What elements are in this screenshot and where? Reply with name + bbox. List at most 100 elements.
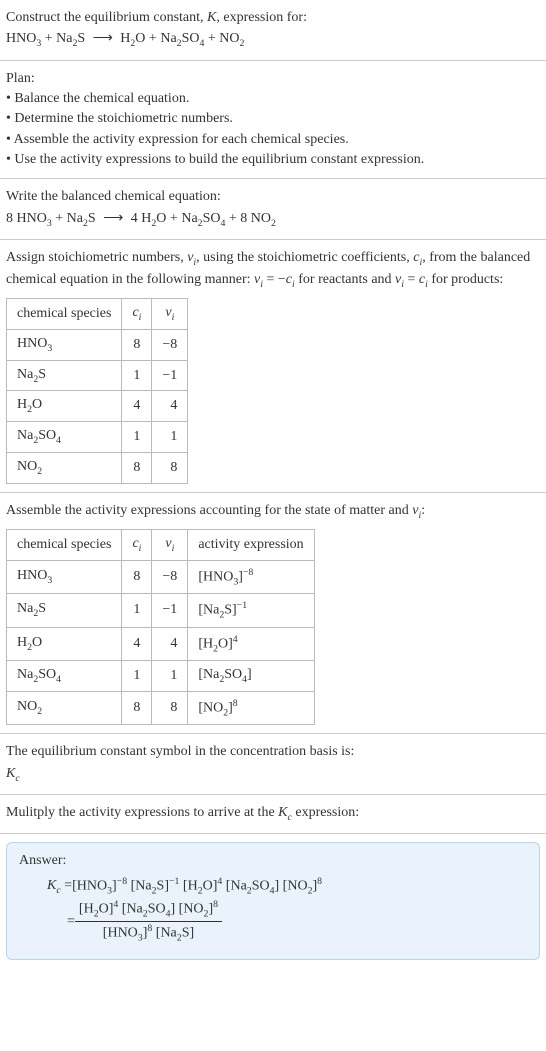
cell-c: 8 [122, 329, 152, 360]
cell-c: 1 [122, 660, 152, 691]
plan-bullet: • Determine the stoichiometric numbers. [6, 109, 540, 129]
cell-c: 1 [122, 422, 152, 453]
table-row: Na2S 1 −1 [7, 360, 188, 391]
col-vi: νi [152, 529, 188, 560]
cell-v: −1 [152, 360, 188, 391]
cell-species: Na2S [7, 594, 122, 627]
stoichiometry-table: chemical species ci νi HNO3 8 −8 Na2S 1 … [6, 298, 188, 484]
fraction-denominator: [HNO3]8 [Na2S] [75, 922, 222, 945]
plus: + [208, 31, 219, 46]
plus: + [149, 31, 160, 46]
species-no2: NO2 [219, 31, 244, 46]
reaction-arrow-icon: ⟶ [99, 211, 127, 226]
reaction-arrow-icon: ⟶ [89, 31, 117, 46]
cell-v: 1 [152, 660, 188, 691]
species-hno3: HNO3 [6, 31, 41, 46]
cell-species: Na2S [7, 360, 122, 391]
cell-c: 1 [122, 360, 152, 391]
cell-c: 4 [122, 627, 152, 660]
species-na2so4: Na2SO4 [160, 31, 204, 46]
unbalanced-equation: HNO3 + Na2S ⟶ H2O + Na2SO4 + NO2 [6, 28, 540, 51]
col-vi: νi [152, 299, 188, 330]
assemble-section: Assemble the activity expressions accoun… [0, 493, 546, 734]
cell-v: −8 [152, 560, 188, 593]
table-row: Na2S 1 −1 [Na2S]−1 [7, 594, 315, 627]
cell-activity: [Na2SO4] [188, 660, 314, 691]
species-na2so4: Na2SO4 [181, 211, 225, 226]
intro-section: Construct the equilibrium constant, K, e… [0, 0, 546, 61]
assemble-text: Assemble the activity expressions accoun… [6, 501, 540, 523]
species-no2: NO2 [251, 211, 276, 226]
table-row: H2O 4 4 [7, 391, 188, 422]
cell-v: −1 [152, 594, 188, 627]
intro-text-post: , expression for: [216, 10, 307, 25]
coef: 4 [131, 211, 142, 226]
answer-line1: Kc = [HNO3]−8 [Na2S]−1 [H2O]4 [Na2SO4] [… [47, 875, 527, 898]
species-hno3: HNO3 [17, 211, 52, 226]
table-row: HNO3 8 −8 [7, 329, 188, 360]
species-h2o: H2O [141, 211, 166, 226]
species-h2o: H2O [120, 31, 145, 46]
col-activity: activity expression [188, 529, 314, 560]
cell-activity: [NO2]8 [188, 691, 314, 724]
cell-species: H2O [7, 627, 122, 660]
plus: + [45, 31, 56, 46]
cell-species: NO2 [7, 691, 122, 724]
cell-v: −8 [152, 329, 188, 360]
multiply-section: Mulitply the activity expressions to arr… [0, 795, 546, 834]
plan-bullet: • Assemble the activity expression for e… [6, 130, 540, 150]
col-species: chemical species [7, 299, 122, 330]
cell-species: Na2SO4 [7, 660, 122, 691]
col-ci: ci [122, 529, 152, 560]
balanced-equation: 8 HNO3 + Na2S ⟶ 4 H2O + Na2SO4 + 8 NO2 [6, 208, 540, 231]
cell-species: HNO3 [7, 560, 122, 593]
table-row: HNO3 8 −8 [HNO3]−8 [7, 560, 315, 593]
fraction: [H2O]4 [Na2SO4] [NO2]8 [HNO3]8 [Na2S] [75, 898, 222, 945]
cell-species: HNO3 [7, 329, 122, 360]
table-header-row: chemical species ci νi activity expressi… [7, 529, 315, 560]
assign-section: Assign stoichiometric numbers, νi, using… [0, 240, 546, 493]
coef: 8 [6, 211, 17, 226]
balanced-section: Write the balanced chemical equation: 8 … [0, 179, 546, 240]
table-row: NO2 8 8 [NO2]8 [7, 691, 315, 724]
plan-bullet: • Use the activity expressions to build … [6, 150, 540, 170]
assign-text: Assign stoichiometric numbers, νi, using… [6, 248, 540, 292]
cell-species: NO2 [7, 453, 122, 484]
answer-equation: Kc = [HNO3]−8 [Na2S]−1 [H2O]4 [Na2SO4] [… [19, 875, 527, 945]
symbol-text: The equilibrium constant symbol in the c… [6, 742, 540, 762]
balanced-title: Write the balanced chemical equation: [6, 187, 540, 207]
coef: 8 [240, 211, 251, 226]
cell-activity: [Na2S]−1 [188, 594, 314, 627]
cell-c: 8 [122, 453, 152, 484]
cell-v: 4 [152, 627, 188, 660]
cell-v: 8 [152, 453, 188, 484]
activity-table: chemical species ci νi activity expressi… [6, 529, 315, 725]
col-ci: ci [122, 299, 152, 330]
table-header-row: chemical species ci νi [7, 299, 188, 330]
answer-line2: = [H2O]4 [Na2SO4] [NO2]8 [HNO3]8 [Na2S] [47, 898, 527, 945]
plan-bullet: • Balance the chemical equation. [6, 89, 540, 109]
cell-v: 4 [152, 391, 188, 422]
plan-section: Plan: • Balance the chemical equation. •… [0, 61, 546, 179]
table-row: Na2SO4 1 1 [Na2SO4] [7, 660, 315, 691]
plus: + [229, 211, 240, 226]
intro-line1: Construct the equilibrium constant, K, e… [6, 8, 540, 28]
intro-K: K [207, 10, 216, 25]
kc-symbol: Kc [6, 763, 540, 786]
cell-activity: [H2O]4 [188, 627, 314, 660]
cell-species: H2O [7, 391, 122, 422]
answer-box: Answer: Kc = [HNO3]−8 [Na2S]−1 [H2O]4 [N… [6, 842, 540, 960]
fraction-numerator: [H2O]4 [Na2SO4] [NO2]8 [75, 898, 222, 922]
multiply-text: Mulitply the activity expressions to arr… [6, 803, 540, 825]
species-na2s: Na2S [56, 31, 85, 46]
cell-c: 8 [122, 560, 152, 593]
table-row: NO2 8 8 [7, 453, 188, 484]
plus: + [170, 211, 181, 226]
cell-c: 8 [122, 691, 152, 724]
table-row: H2O 4 4 [H2O]4 [7, 627, 315, 660]
answer-title: Answer: [19, 853, 527, 869]
cell-c: 4 [122, 391, 152, 422]
plus: + [55, 211, 66, 226]
cell-v: 8 [152, 691, 188, 724]
table-row: Na2SO4 1 1 [7, 422, 188, 453]
